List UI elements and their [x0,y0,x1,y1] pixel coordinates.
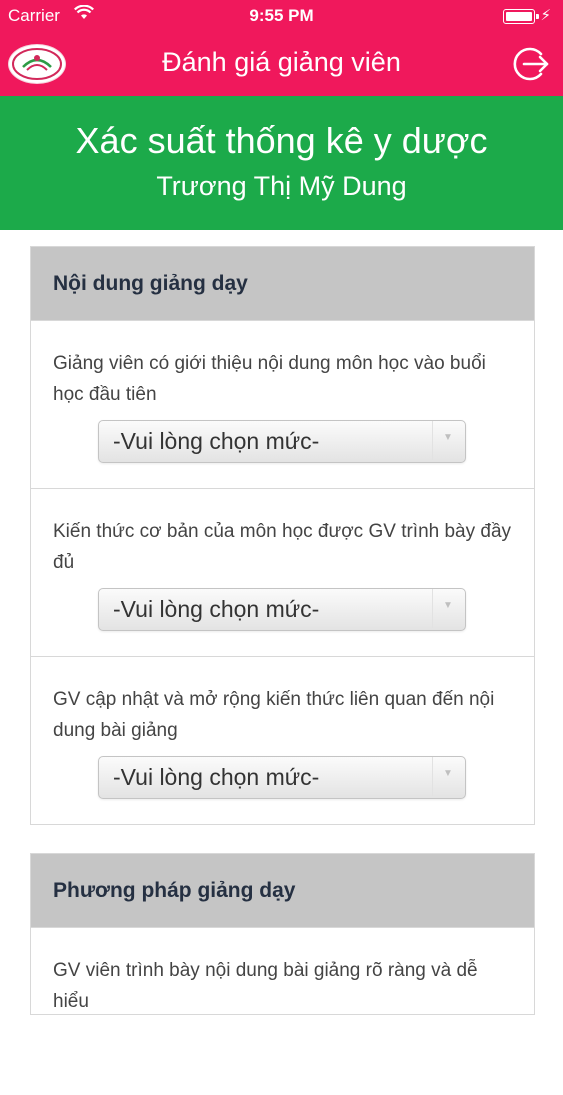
rating-select[interactable]: -Vui lòng chọn mức- ▼ [98,420,466,463]
dropdown-arrow-icon: ▼ [443,432,453,443]
dropdown-arrow-icon: ▼ [443,768,453,779]
question-item: GV viên trình bày nội dung bài giảng rõ … [31,927,534,1095]
lecturer-name: Trương Thị Mỹ Dung [156,171,407,201]
course-header: Xác suất thống kê y dược Trương Thị Mỹ D… [0,96,563,230]
battery-icon [503,9,539,24]
dropdown-arrow-icon: ▼ [443,600,453,611]
section-method: Phương pháp giảng dạy GV viên trình bày … [30,853,535,1015]
rating-select-value: -Vui lòng chọn mức- [113,596,320,622]
logout-icon [513,47,549,81]
rating-select[interactable]: -Vui lòng chọn mức- ▼ [98,588,466,631]
question-text: Kiến thức cơ bản của môn học được GV trì… [53,521,512,573]
question-text: GV cập nhật và mở rộng kiến thức liên qu… [53,689,495,741]
logout-button[interactable] [512,45,550,83]
section-content: Nội dung giảng dạy Giảng viên có giới th… [30,246,535,825]
status-bar: Carrier 9:55 PM ⚡ [0,0,563,32]
rating-select[interactable]: -Vui lòng chọn mức- ▼ [98,756,466,799]
nav-bar: Đánh giá giảng viên [0,32,563,96]
rating-select-value: -Vui lòng chọn mức- [113,764,320,790]
question-item: Kiến thức cơ bản của môn học được GV trì… [31,488,534,656]
clock: 9:55 PM [249,6,314,25]
section-title: Phương pháp giảng dạy [31,854,534,927]
course-title: Xác suất thống kê y dược [75,120,488,161]
question-text: Giảng viên có giới thiệu nội dung môn họ… [53,353,486,405]
rating-select-value: -Vui lòng chọn mức- [113,428,320,454]
nav-title: Đánh giá giảng viên [162,47,401,77]
question-text: GV viên trình bày nội dung bài giảng rõ … [53,960,478,1012]
question-item: Giảng viên có giới thiệu nội dung môn họ… [31,320,534,488]
charging-icon: ⚡ [540,7,551,24]
question-item: GV cập nhật và mở rộng kiến thức liên qu… [31,656,534,824]
section-title: Nội dung giảng dạy [31,247,534,320]
